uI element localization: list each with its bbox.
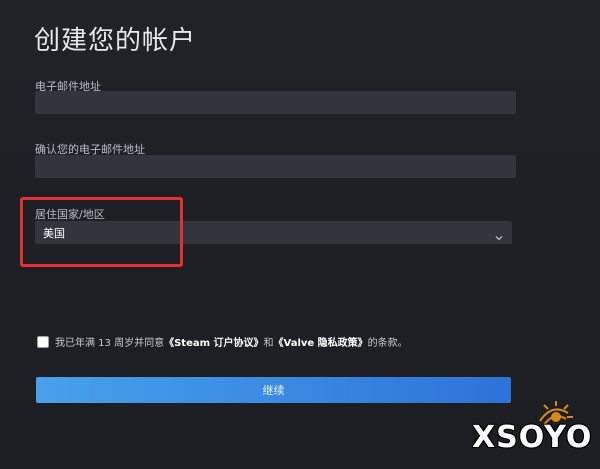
create-account-page: 创建您的帐户 电子邮件地址 确认您的电子邮件地址 居住国家/地区 美国 我已年满… [0, 0, 600, 469]
watermark: XSOYO [468, 395, 591, 455]
agreement-row: 我已年满 13 周岁并同意《Steam 订户协议》和《Valve 隐私政策》的条… [37, 334, 408, 349]
chevron-down-icon [494, 228, 504, 240]
agreement-checkbox[interactable] [37, 335, 49, 348]
country-select[interactable]: 美国 [35, 221, 512, 244]
agreement-suffix: 的条款。 [367, 338, 408, 349]
agreement-middle: 和 [263, 338, 274, 349]
agreement-text: 我已年满 13 周岁并同意《Steam 订户协议》和《Valve 隐私政策》的条… [55, 334, 408, 349]
confirm-email-field[interactable] [35, 155, 516, 178]
email-field[interactable] [35, 91, 516, 114]
continue-button[interactable]: 继续 [36, 377, 511, 403]
country-label: 居住国家/地区 [35, 208, 105, 221]
subscriber-agreement-link[interactable]: 《Steam 订户协议》 [164, 338, 263, 349]
page-title: 创建您的帐户 [34, 26, 197, 56]
watermark-text: XSOYO [472, 420, 593, 455]
privacy-policy-link[interactable]: 《Valve 隐私政策》 [274, 338, 368, 349]
country-select-value: 美国 [43, 226, 65, 240]
agreement-prefix: 我已年满 13 周岁并同意 [55, 338, 165, 349]
